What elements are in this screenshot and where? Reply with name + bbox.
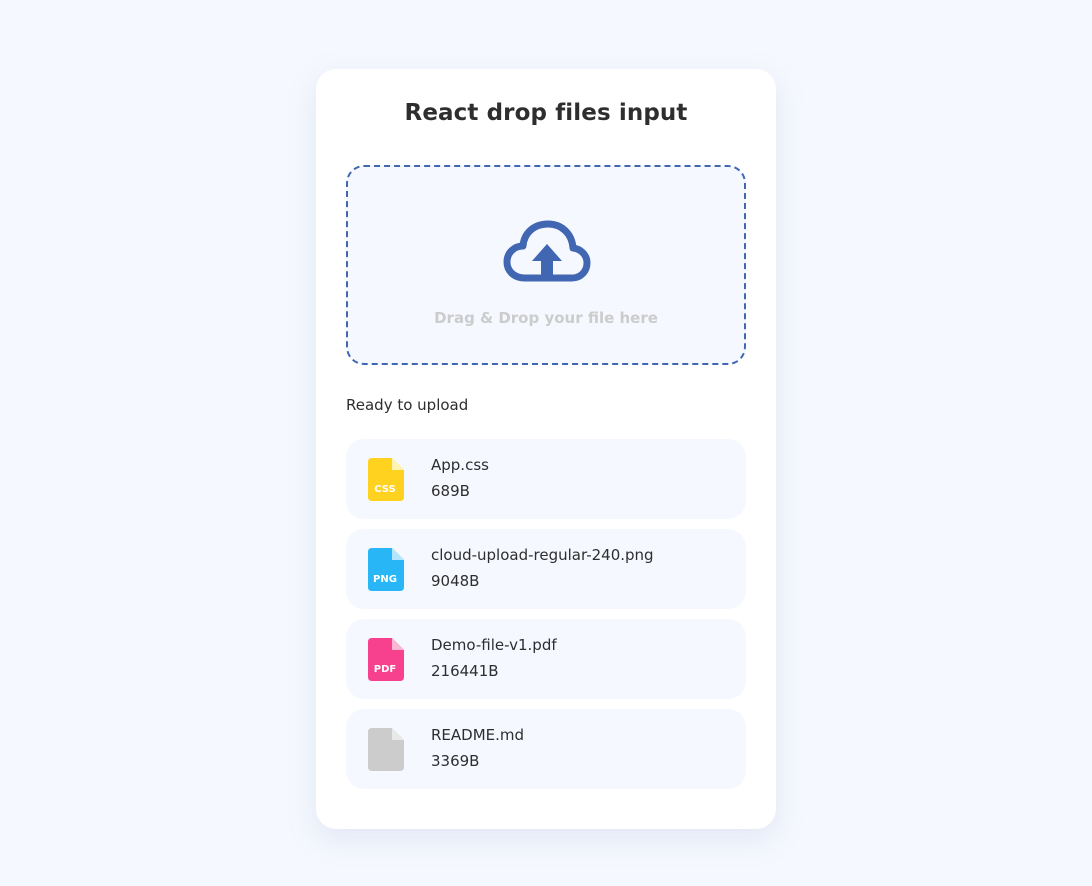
list-item[interactable]: CSS App.css 689B — [346, 439, 746, 519]
upload-card: React drop files input Drag & Drop your … — [316, 69, 776, 829]
file-size: 689B — [431, 482, 470, 500]
list-item[interactable]: PDF Demo-file-v1.pdf 216441B — [346, 619, 746, 699]
list-item[interactable]: README.md 3369B — [346, 709, 746, 789]
file-name: App.css — [431, 456, 489, 474]
file-name: cloud-upload-regular-240.png — [431, 546, 654, 564]
drop-zone[interactable]: Drag & Drop your file here — [346, 165, 746, 365]
section-label: Ready to upload — [346, 396, 469, 414]
file-size: 3369B — [431, 752, 480, 770]
file-badge: CSS — [374, 484, 395, 495]
file-name: README.md — [431, 726, 525, 744]
file-badge: PDF — [374, 664, 396, 675]
png-file-icon: PNG — [368, 548, 404, 591]
file-size: 9048B — [431, 572, 480, 590]
pdf-file-icon: PDF — [368, 638, 404, 681]
file-badge: PNG — [373, 574, 397, 585]
list-item[interactable]: PNG cloud-upload-regular-240.png 9048B — [346, 529, 746, 609]
page-title: React drop files input — [404, 100, 688, 126]
css-file-icon: CSS — [368, 458, 404, 501]
drop-hint: Drag & Drop your file here — [434, 309, 658, 327]
file-name: Demo-file-v1.pdf — [431, 636, 557, 654]
file-size: 216441B — [431, 662, 499, 680]
file-list: CSS App.css 689B PNG cloud-upload-regula… — [346, 439, 746, 799]
cloud-upload-icon — [503, 220, 591, 282]
default-file-icon — [368, 728, 404, 771]
